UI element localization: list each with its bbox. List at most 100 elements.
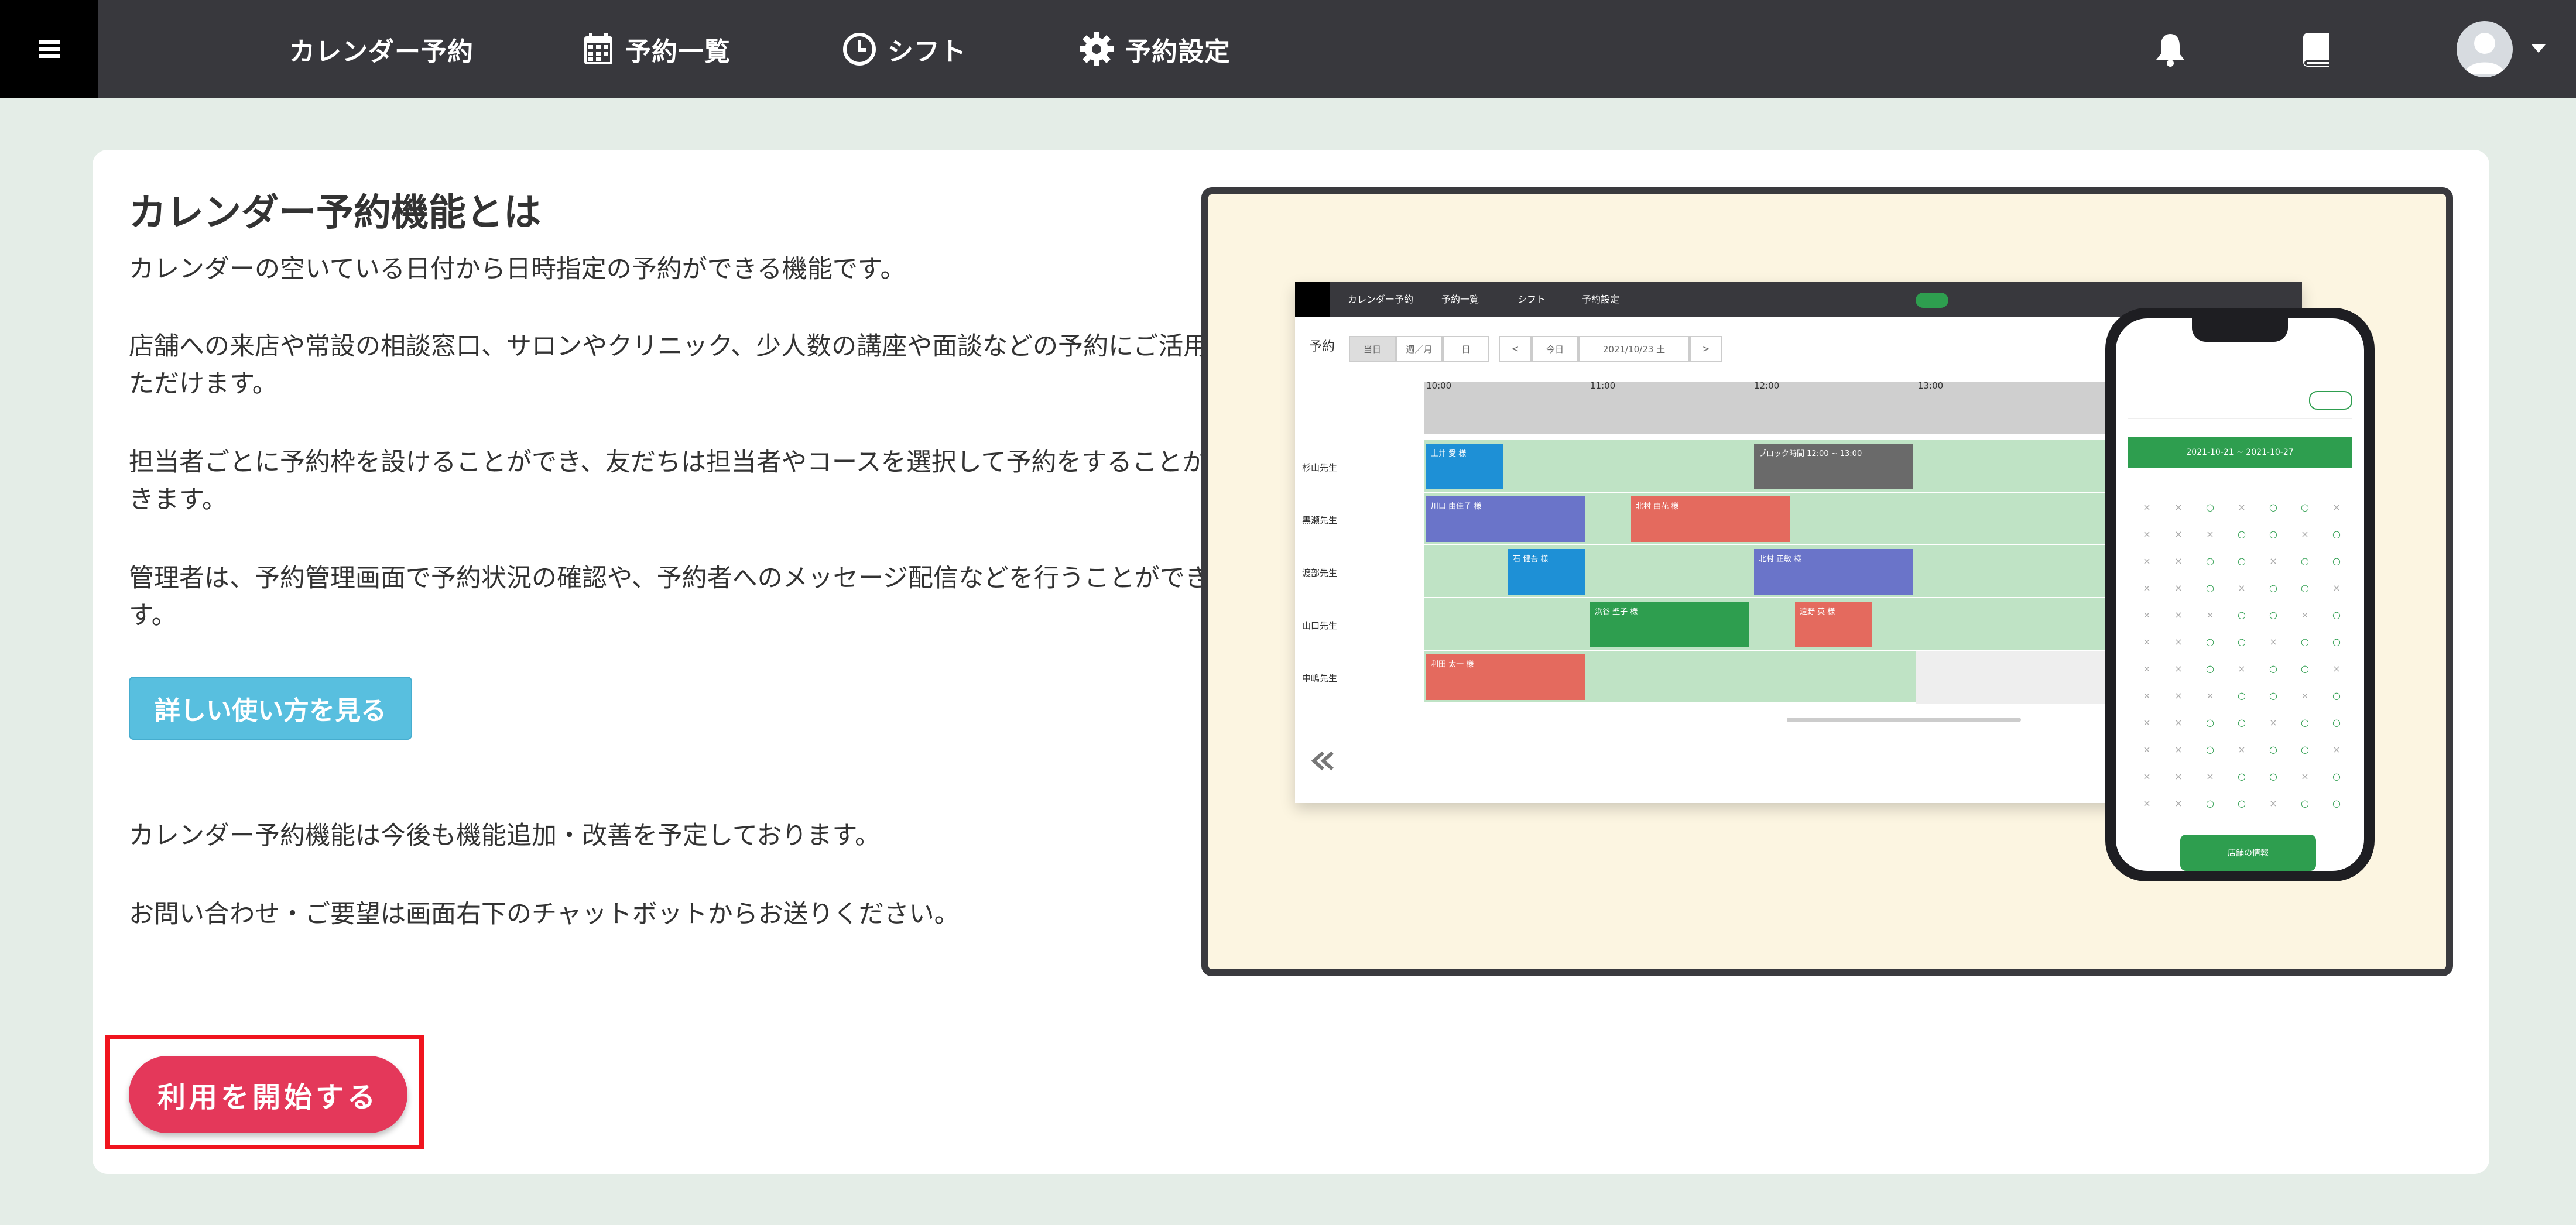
phone-slot-cell: ×: [2174, 636, 2183, 647]
preview-booking-event: 北村 由花 様: [1631, 496, 1790, 542]
phone-slot-cell: ×: [2332, 501, 2341, 513]
phone-notch: [2192, 318, 2288, 342]
phone-slot-cell: ×: [2301, 609, 2309, 620]
phone-slot-cell: ○: [2301, 636, 2309, 647]
nav-booking-settings[interactable]: 予約設定: [1078, 0, 1231, 98]
preview-hamburger-icon: [1295, 282, 1330, 317]
phone-slot-cell: ○: [2206, 743, 2214, 755]
preview-pill: 日: [1443, 336, 1489, 362]
phone-slot-cell: ×: [2269, 797, 2277, 809]
preview-nav-item: 予約一覧: [1441, 294, 1479, 305]
phone-slot-cell: ×: [2238, 743, 2246, 755]
phone-slot-cell: ○: [2332, 716, 2341, 728]
preview-staff-label: 黒瀬先生: [1302, 515, 1338, 526]
phone-slot-cell: ○: [2332, 689, 2341, 701]
description-paragraph-1: カレンダーの空いている日付から日時指定の予約ができる機能です。: [129, 255, 906, 284]
hamburger-menu-button[interactable]: [0, 0, 98, 98]
preview-toggle: [1916, 293, 1948, 308]
top-navigation-bar: カレンダー予約 予約一覧 シフト 予約設定: [0, 0, 2576, 98]
phone-slot-cell: ×: [2174, 555, 2183, 567]
phone-slot-cell: ×: [2332, 663, 2341, 674]
phone-slot-cell: ○: [2332, 555, 2341, 567]
phone-slot-cell: ○: [2206, 663, 2214, 674]
phone-slot-cell: ○: [2332, 797, 2341, 809]
phone-slot-cell: ○: [2301, 582, 2309, 593]
phone-slot-cell: ○: [2301, 663, 2309, 674]
phone-slot-cell: ○: [2269, 770, 2277, 782]
view-usage-guide-button[interactable]: 詳しい使い方を見る: [129, 677, 412, 740]
phone-slot-cell: ○: [2238, 528, 2246, 540]
user-avatar[interactable]: [2457, 21, 2513, 77]
hamburger-icon: [39, 40, 60, 58]
phone-slot-cell: ×: [2206, 689, 2214, 701]
preview-booking-event: ブロック時間 12:00 ~ 13:00: [1754, 444, 1913, 489]
preview-staff-label: 渡部先生: [1302, 568, 1338, 578]
phone-slot-cell: ×: [2143, 636, 2151, 647]
phone-slot-cell: ×: [2206, 528, 2214, 540]
nav-shift-label: シフト: [888, 37, 967, 67]
phone-slot-cell: ○: [2269, 743, 2277, 755]
description-paragraph-4: 管理者は、予約管理画面で予約状況の確認や、予約者へのメッセージ配信などを行うこと…: [129, 564, 1235, 630]
notification-button[interactable]: [2150, 0, 2191, 98]
phone-slot-cell: ○: [2238, 797, 2246, 809]
preview-time-label: 12:00: [1754, 380, 1780, 391]
phone-slot-cell: ○: [2206, 501, 2214, 513]
preview-booking-event: 北村 正敏 様: [1754, 549, 1913, 595]
phone-slot-cell: ○: [2238, 636, 2246, 647]
manual-button[interactable]: [2295, 0, 2336, 98]
phone-slot-cell: ×: [2332, 743, 2341, 755]
preview-nav-item: カレンダー予約: [1348, 294, 1414, 305]
preview-booking-event: 川口 由佳子 様: [1426, 496, 1585, 542]
phone-slot-cell: ×: [2174, 528, 2183, 540]
phone-slot-cell: ×: [2174, 501, 2183, 513]
preview-nav-item: シフト: [1517, 294, 1546, 305]
phone-slot-cell: ×: [2143, 663, 2151, 674]
phone-slot-cell: ○: [2301, 797, 2309, 809]
phone-slot-cell: ×: [2143, 743, 2151, 755]
nav-calendar-booking[interactable]: カレンダー予約: [289, 0, 474, 98]
phone-slot-cell: ○: [2206, 716, 2214, 728]
phone-slot-cell: ×: [2174, 582, 2183, 593]
phone-slot-cell: ×: [2174, 609, 2183, 620]
phone-slot-cell: ○: [2238, 770, 2246, 782]
phone-slot-cell: ○: [2269, 689, 2277, 701]
chevron-down-icon[interactable]: [2532, 44, 2546, 53]
phone-slot-cell: ×: [2174, 743, 2183, 755]
preview-toolbar-label: 予約: [1309, 339, 1335, 354]
phone-slot-cell: ○: [2238, 609, 2246, 620]
phone-slot-cell: ×: [2143, 528, 2151, 540]
start-using-button[interactable]: 利用を開始する: [129, 1056, 407, 1133]
phone-slot-cell: ○: [2238, 716, 2246, 728]
gear-icon: [1080, 32, 1114, 66]
page-title: カレンダー予約機能とは: [129, 191, 541, 235]
phone-slot-cell: ×: [2206, 609, 2214, 620]
phone-slot-cell: ○: [2332, 528, 2341, 540]
phone-slot-cell: ×: [2143, 609, 2151, 620]
preview-time-label: 13:00: [1918, 380, 1944, 391]
preview-pill: 当日: [1349, 336, 1396, 362]
nav-booking-settings-label: 予約設定: [1125, 37, 1231, 67]
phone-slot-cell: ×: [2143, 770, 2151, 782]
phone-slot-cell: ○: [2238, 555, 2246, 567]
double-chevron-left-icon: [1311, 751, 1334, 771]
phone-slot-cell: ×: [2238, 582, 2246, 593]
nav-booking-list[interactable]: 予約一覧: [582, 0, 731, 98]
preview-pill: 2021/10/23 土: [1578, 336, 1690, 362]
preview-phone-screen: 2021-10-21 ~ 2021-10-27 × × ○ × ○ ○ × × × × ○ ○ × ○ × ×…: [2116, 318, 2364, 871]
preview-pill: 週／月: [1396, 336, 1443, 362]
preview-time-label: 10:00: [1426, 380, 1452, 391]
phone-slot-cell: ×: [2143, 716, 2151, 728]
phone-slot-cell: ○: [2332, 609, 2341, 620]
preview-staff-label: 山口先生: [1302, 620, 1338, 631]
phone-slot-cell: ×: [2143, 582, 2151, 593]
phone-slot-cell: ×: [2143, 555, 2151, 567]
preview-booking-event: 石 健吾 様: [1508, 549, 1585, 595]
intro-card: カレンダー予約機能とは カレンダーの空いている日付から日時指定の予約ができる機能…: [93, 150, 2489, 1174]
phone-slot-cell: ×: [2301, 528, 2309, 540]
phone-slot-cell: ×: [2143, 501, 2151, 513]
phone-slot-cell: ○: [2332, 770, 2341, 782]
nav-shift[interactable]: シフト: [842, 0, 967, 98]
preview-staff-label: 杉山先生: [1302, 462, 1338, 473]
phone-store-info-button: 店舗の情報: [2180, 835, 2316, 871]
phone-slot-cell: ○: [2206, 797, 2214, 809]
